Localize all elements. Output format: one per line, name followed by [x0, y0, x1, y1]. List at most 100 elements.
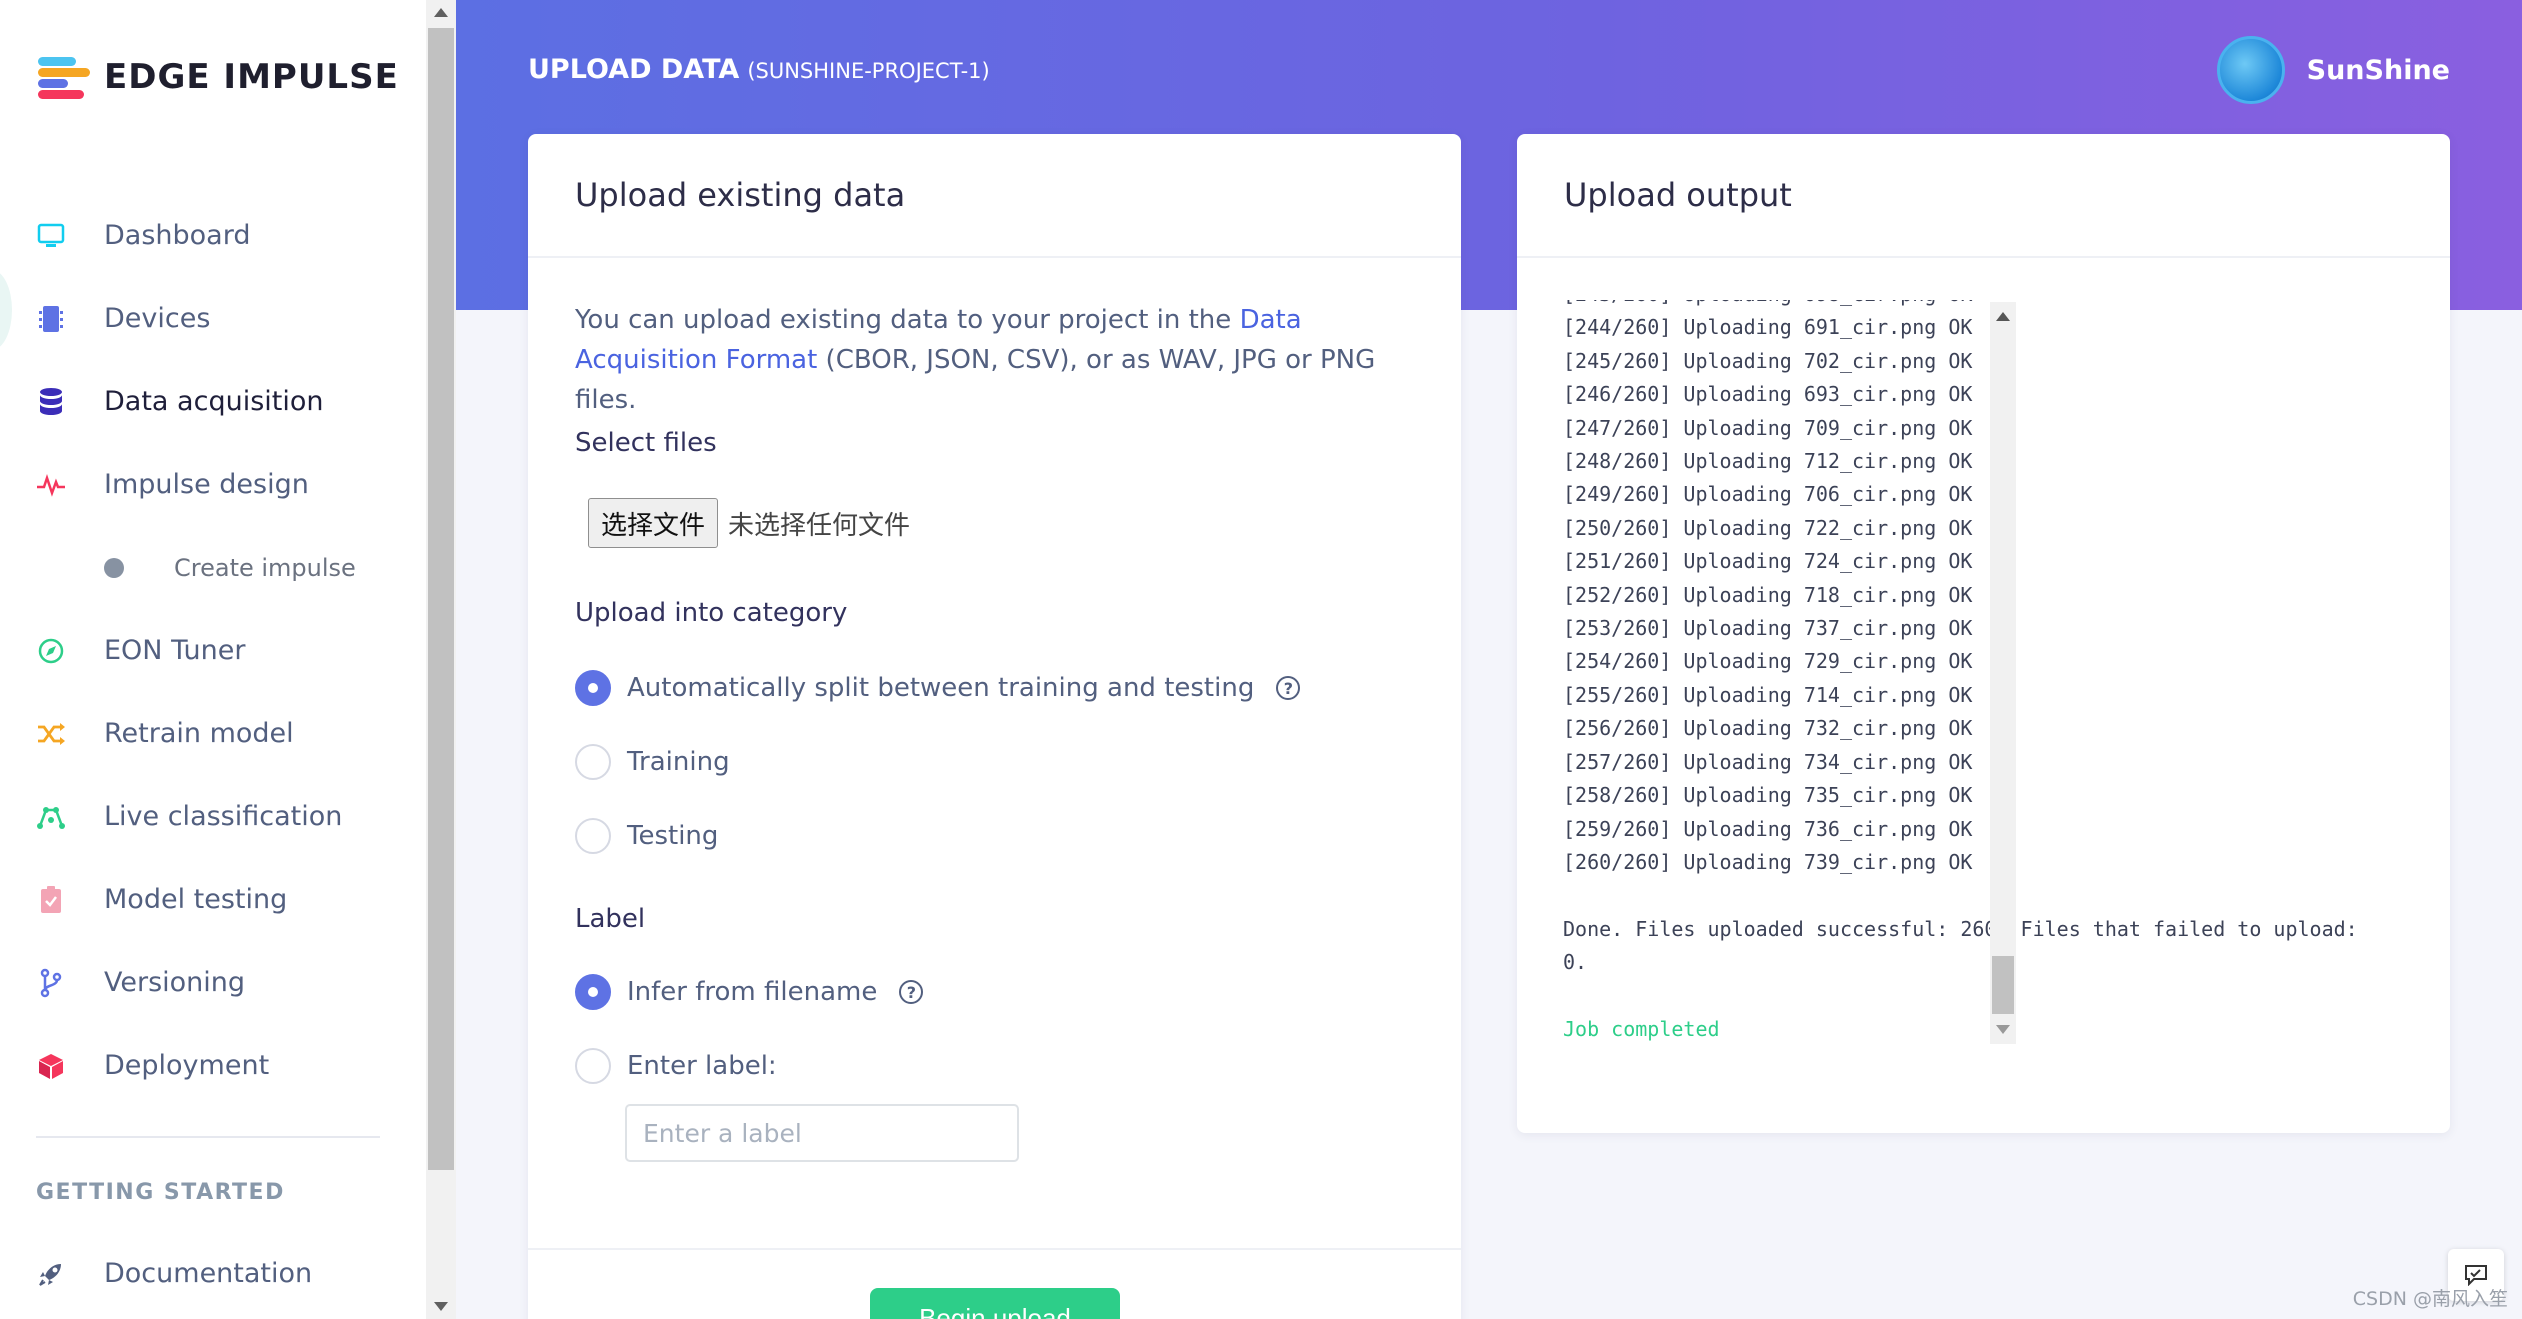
monitor-icon: [36, 221, 66, 251]
project-name: (SUNSHINE-PROJECT-1): [747, 59, 990, 83]
log-line: [251/260] Uploading 724_cir.png OK: [1563, 549, 1973, 574]
help-circle-icon[interactable]: ?: [1276, 676, 1301, 700]
sidebar-item-versioning[interactable]: Versioning: [0, 941, 426, 1024]
log-line: [248/260] Uploading 712_cir.png OK: [1563, 449, 1973, 474]
sidebar-item-data-acquisition[interactable]: Data acquisition: [0, 360, 426, 443]
log-line: [247/260] Uploading 709_cir.png OK: [1563, 415, 1973, 440]
upload-existing-data-card: Upload existing data You can upload exis…: [528, 134, 1461, 1319]
clipboard-check-icon: [36, 885, 66, 915]
category-option-testing[interactable]: Testing: [575, 818, 718, 854]
log-line: [253/260] Uploading 737_cir.png OK: [1563, 616, 1973, 641]
sidebar-item-model-testing[interactable]: Model testing: [0, 858, 426, 941]
log-done-line: Done. Files uploaded successful: 260. Fi…: [1563, 916, 2370, 975]
radio-training[interactable]: [575, 744, 611, 780]
sidebar-nav: Dashboard Devices Data acquisition Impul…: [0, 194, 426, 1107]
radio-label: Automatically split between training and…: [627, 673, 1255, 703]
avatar[interactable]: [2216, 36, 2285, 104]
category-option-training[interactable]: Training: [575, 744, 730, 780]
sidebar-item-deployment[interactable]: Deployment: [0, 1024, 426, 1107]
sidebar-item-dashboard[interactable]: Dashboard: [0, 194, 426, 277]
user-menu[interactable]: SunShine: [2216, 36, 2450, 104]
upload-intro-text: You can upload existing data to your pro…: [575, 300, 1415, 420]
radio-label: Testing: [627, 821, 719, 851]
shuffle-icon: [36, 719, 66, 749]
file-picker: 选择文件 未选择任何文件: [588, 498, 910, 548]
log-scroll-down-icon[interactable]: [1996, 1025, 2010, 1034]
radio-infer-filename[interactable]: [575, 974, 611, 1010]
job-status: Job completed: [1563, 1016, 1720, 1041]
sidebar-item-create-impulse[interactable]: Create impulse: [0, 526, 426, 609]
log-scroll-up-icon[interactable]: [1996, 312, 2010, 321]
radio-label: Enter label:: [627, 1051, 777, 1081]
sidebar-item-label: Versioning: [104, 967, 246, 998]
compass-icon: [36, 636, 66, 666]
radio-testing[interactable]: [575, 818, 611, 854]
log-line: [254/260] Uploading 729_cir.png OK: [1563, 649, 1973, 674]
log-line: [255/260] Uploading 714_cir.png OK: [1563, 682, 1973, 707]
page-title: UPLOAD DATA (SUNSHINE-PROJECT-1): [528, 54, 990, 85]
sidebar-item-eon-tuner[interactable]: EON Tuner: [0, 609, 426, 692]
brand-logo[interactable]: EDGE IMPULSE: [38, 52, 399, 102]
log-line: [243/260] Uploading 698_cir.png OK: [1563, 300, 2373, 311]
sidebar-item-label: Devices: [104, 303, 211, 334]
sidebar-item-label: EON Tuner: [104, 635, 246, 666]
log-line: [257/260] Uploading 734_cir.png OK: [1563, 749, 1973, 774]
sidebar-item-documentation[interactable]: Documentation: [0, 1232, 426, 1315]
sidebar-item-devices[interactable]: Devices: [0, 277, 426, 360]
select-files-label: Select files: [575, 428, 717, 458]
label-option-infer[interactable]: Infer from filename ?: [575, 974, 924, 1010]
log-spacer: [1563, 980, 2373, 1013]
choose-file-button[interactable]: 选择文件: [588, 498, 719, 548]
scroll-thumb[interactable]: [428, 28, 454, 1170]
watermark: CSDN @南风入笙: [2352, 1288, 2508, 1310]
begin-upload-button[interactable]: Begin upload: [870, 1288, 1120, 1319]
sidebar-section-heading: GETTING STARTED: [36, 1180, 285, 1205]
sidebar: EDGE IMPULSE Dashboard Devices Data acqu…: [0, 0, 426, 1319]
log-line: [244/260] Uploading 691_cir.png OK: [1563, 315, 1973, 340]
sidebar-item-label: Impulse design: [104, 469, 309, 500]
sidebar-item-retrain-model[interactable]: Retrain model: [0, 692, 426, 775]
sidebar-item-label: Live classification: [104, 801, 343, 832]
log-line: [249/260] Uploading 706_cir.png OK: [1563, 482, 1973, 507]
sidebar-item-label: Create impulse: [174, 553, 356, 582]
brand-name: EDGE IMPULSE: [104, 57, 399, 97]
log-line: [246/260] Uploading 693_cir.png OK: [1563, 382, 1973, 407]
upload-category-label: Upload into category: [575, 598, 848, 628]
radio-enter-label[interactable]: [575, 1048, 611, 1084]
sidebar-item-impulse-design[interactable]: Impulse design: [0, 443, 426, 526]
dot-icon: [104, 557, 124, 578]
intro-text-before: You can upload existing data to your pro…: [575, 305, 1240, 335]
sidebar-item-label: Deployment: [104, 1050, 270, 1081]
sidebar-doc-section: Documentation: [0, 1232, 426, 1315]
radio-label: Infer from filename: [627, 977, 878, 1007]
upload-output-card: Upload output [243/260] Uploading 698_ci…: [1517, 134, 2450, 1133]
label-option-enter[interactable]: Enter label:: [575, 1048, 777, 1084]
log-line: [260/260] Uploading 739_cir.png OK: [1563, 849, 1973, 874]
sidebar-scrollbar[interactable]: [426, 0, 456, 1319]
label-heading: Label: [575, 904, 646, 934]
chip-icon: [36, 304, 66, 334]
user-name[interactable]: SunShine: [2307, 55, 2450, 86]
scroll-up-arrow-icon[interactable]: [434, 8, 448, 17]
edge-impulse-logo-icon: [38, 55, 92, 99]
log-scrollbar[interactable]: [1990, 302, 2016, 1044]
radio-auto-split[interactable]: [575, 670, 611, 706]
category-option-auto-split[interactable]: Automatically split between training and…: [575, 670, 1301, 706]
sidebar-item-live-classification[interactable]: Live classification: [0, 775, 426, 858]
sidebar-divider: [36, 1136, 380, 1138]
scroll-down-arrow-icon[interactable]: [434, 1302, 448, 1311]
log-line: [252/260] Uploading 718_cir.png OK: [1563, 582, 1973, 607]
label-input[interactable]: [625, 1104, 1019, 1162]
upload-log[interactable]: [243/260] Uploading 698_cir.png OK [244/2…: [1563, 300, 2403, 1045]
sidebar-item-label: Documentation: [104, 1258, 313, 1289]
help-circle-icon[interactable]: ?: [899, 980, 924, 1004]
branch-icon: [36, 968, 66, 998]
sidebar-item-label: Model testing: [104, 884, 288, 915]
log-content: [243/260] Uploading 698_cir.png OK [244/2…: [1563, 300, 2373, 1045]
file-status: 未选择任何文件: [728, 510, 911, 541]
sidebar-item-label: Data acquisition: [104, 386, 324, 417]
log-scroll-thumb[interactable]: [1992, 956, 2014, 1014]
log-line: [250/260] Uploading 722_cir.png OK: [1563, 515, 1973, 540]
card-footer-divider: [528, 1248, 1461, 1250]
output-card-title: Upload output: [1517, 134, 2450, 258]
